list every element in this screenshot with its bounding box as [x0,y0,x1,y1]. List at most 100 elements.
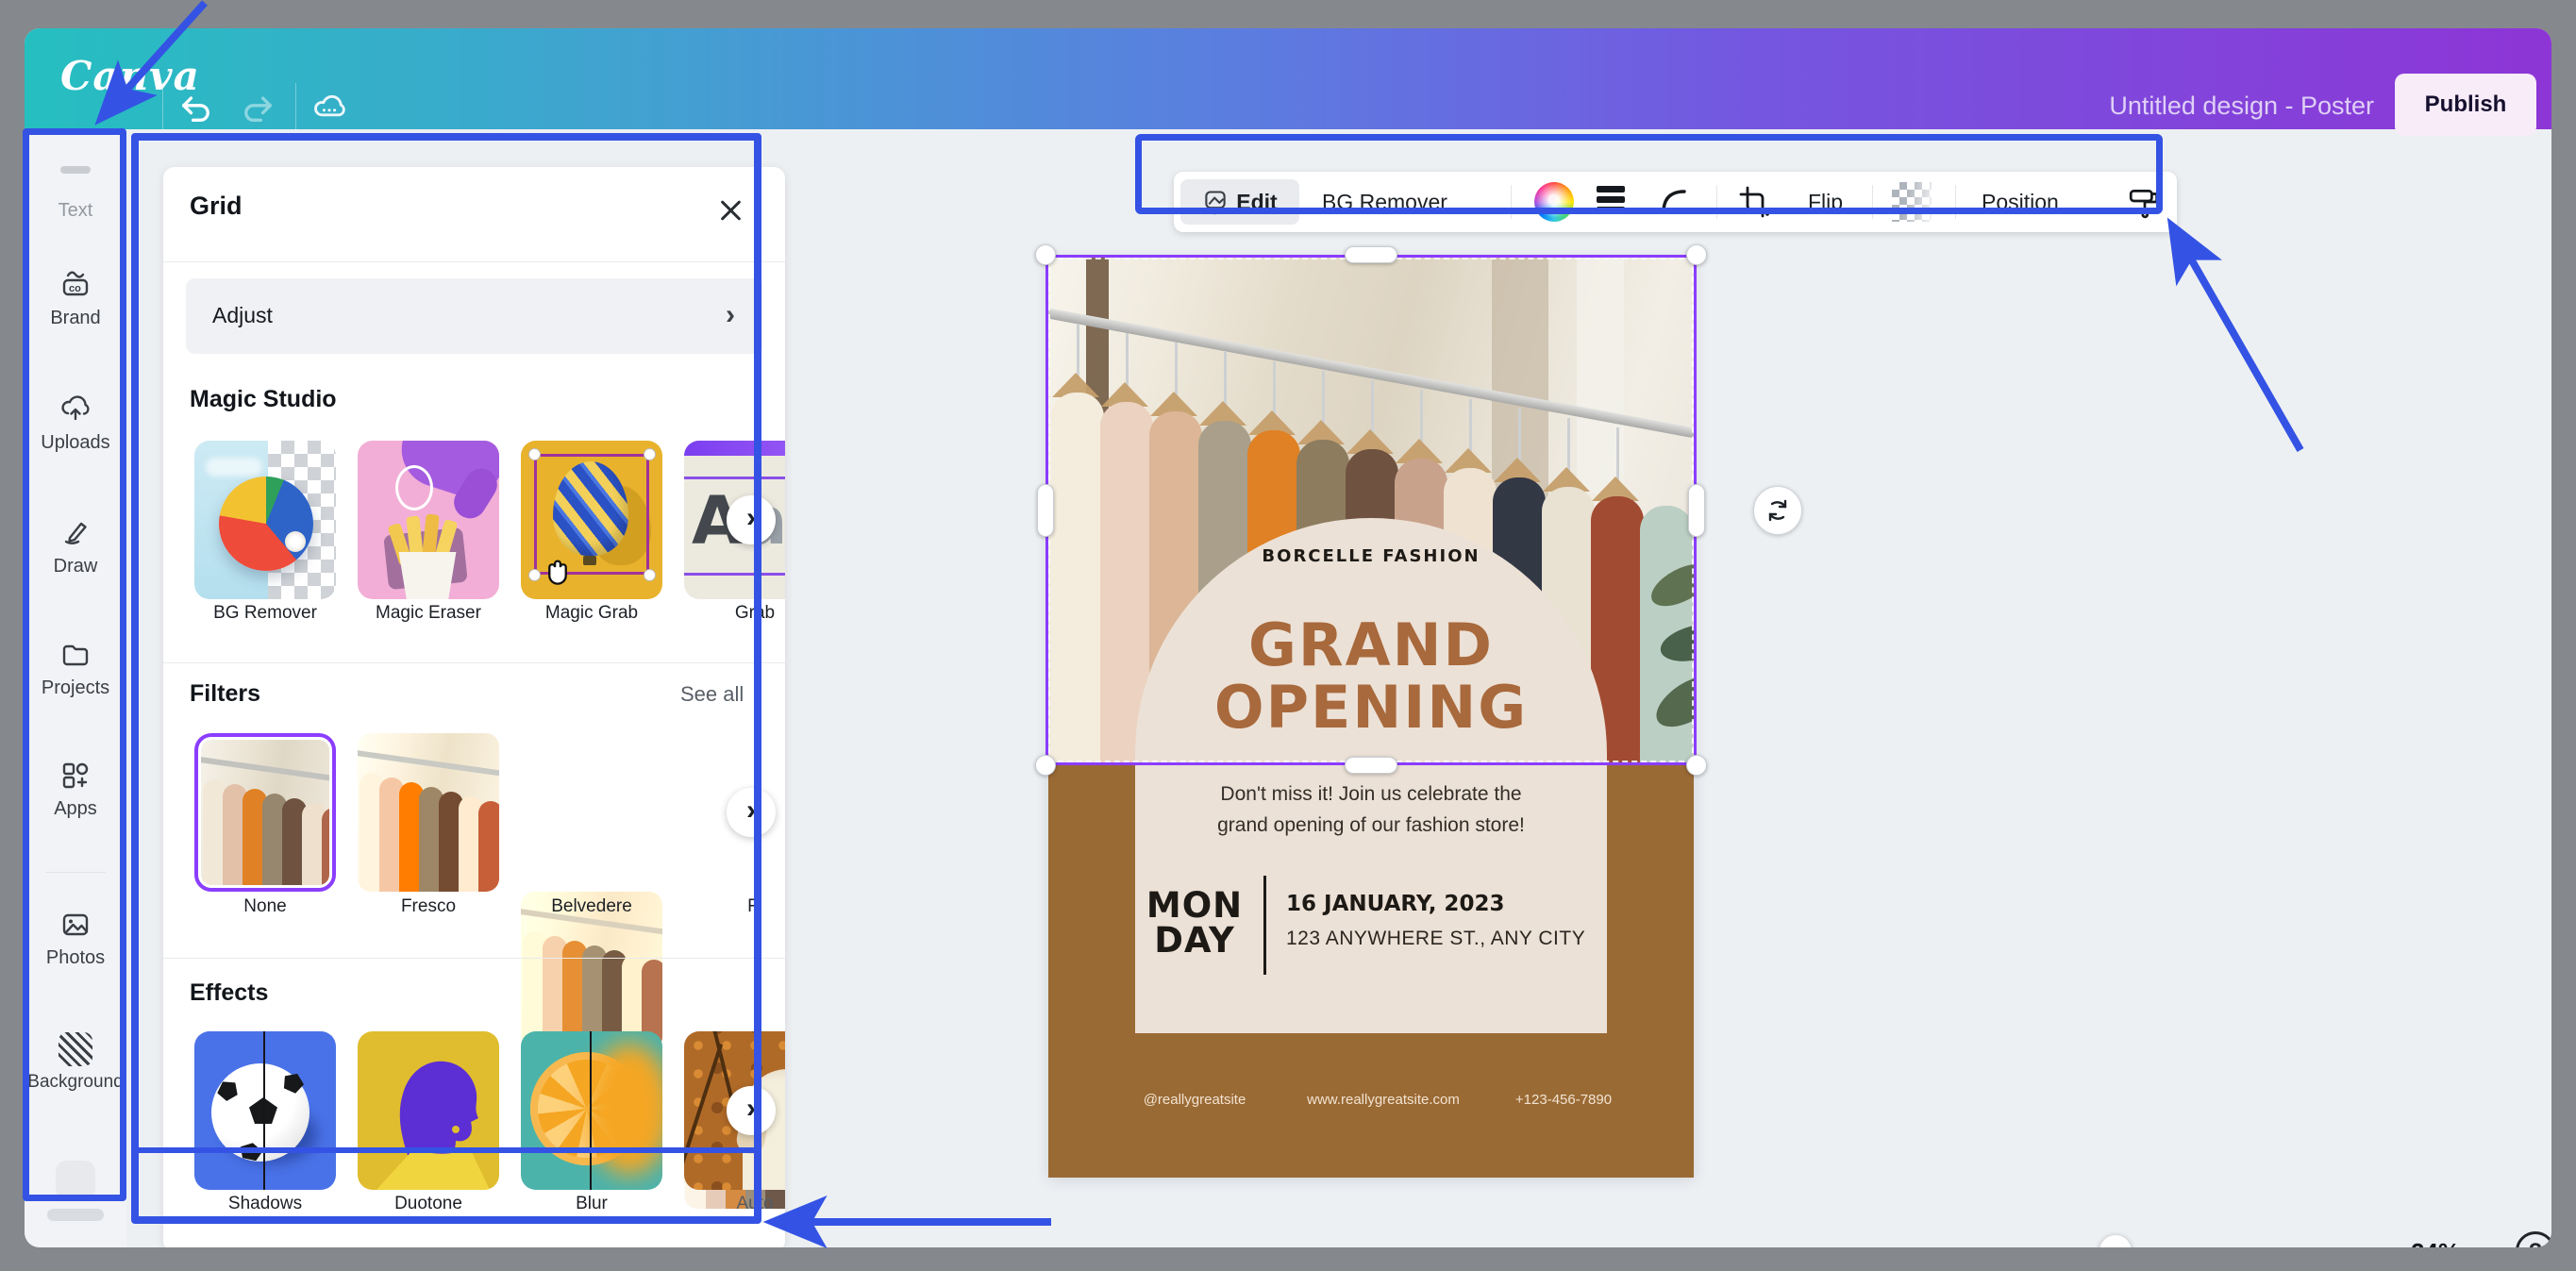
sidebar-item-label: Apps [25,798,126,820]
effect-blur-thumb[interactable] [521,1031,662,1190]
filter-none-thumb[interactable] [194,733,336,892]
poster-subtitle[interactable]: Don't miss it! Join us celebrate the gra… [1135,778,1607,841]
toolbar-divider [1716,185,1717,219]
sidebar-item-apps[interactable]: Apps [25,759,126,820]
poster-address-text[interactable]: 123 ANYWHERE ST., ANY CITY [1286,928,1585,950]
topbar-divider [162,83,163,130]
magic-grab-thumb[interactable] [521,441,662,599]
magic-item-label: Magic Grab [521,603,662,624]
bg-remover-label: BG Remover [1322,190,1447,215]
poster-brand-text[interactable]: BORCELLE FASHION [1135,546,1607,566]
sidebar-item-label: Uploads [25,432,126,454]
sidebar-divider [45,872,106,873]
upload-cloud-icon [59,393,92,426]
document-title[interactable]: Untitled design - Poster [2006,92,2374,121]
effect-duotone-thumb[interactable] [358,1031,499,1190]
magic-bg-remover-thumb[interactable] [194,441,336,599]
scroll-right-button[interactable]: › [727,1086,776,1135]
zoom-slider-thumb[interactable] [2099,1235,2132,1247]
photo-icon [59,908,92,942]
poster-day-line2: DAY [1129,923,1261,958]
poster-footer-handle[interactable]: @reallygreatsite [1119,1092,1270,1108]
selection-edge-handle-left[interactable] [1037,484,1054,537]
sidebar-item-uploads[interactable]: Uploads [25,393,126,454]
redo-icon[interactable] [239,89,276,126]
sidebar-item-brand[interactable]: co Brand [25,268,126,329]
sidebar-item-label: Photos [25,947,126,969]
poster-title[interactable]: GRAND OPENING [1135,614,1607,739]
poster-footer-site[interactable]: www.reallygreatsite.com [1280,1092,1487,1108]
sidebar-item-draw[interactable]: Draw [25,516,126,577]
panel-title: Grid [190,192,243,221]
edit-button[interactable]: Edit [1180,179,1299,225]
scroll-right-button[interactable]: › [727,495,776,544]
sidebar: Text co Brand Uploads Draw Projects [25,129,126,1247]
sidebar-item-projects[interactable]: Projects [25,638,126,699]
adjust-row[interactable]: Adjust › [186,278,762,354]
top-bar: Canva Untitled design - Poster Publish [25,28,2551,129]
poster-day-line1: MON [1129,888,1261,923]
filter-label: Fl [684,896,785,917]
toolbar-divider [1872,185,1873,219]
bg-remover-button[interactable]: BG Remover [1322,172,1447,232]
selection-edge-handle-top[interactable] [1345,246,1397,263]
filter-label: Belvedere [521,896,662,917]
sidebar-item-text[interactable]: Text [25,166,126,222]
magic-eraser-thumb[interactable] [358,441,499,599]
poster-title-line2: OPENING [1135,677,1607,739]
filters-heading: Filters [190,680,260,708]
selection-edge-handle-right[interactable] [1688,484,1705,537]
magic-studio-heading: Magic Studio [190,386,337,413]
curve-icon[interactable] [1657,185,1691,219]
sidebar-item-photos[interactable]: Photos [25,908,126,969]
panel-divider [163,662,785,663]
poster-footer-phone[interactable]: +123-456-7890 [1488,1092,1639,1108]
poster-day-text[interactable]: MON DAY [1129,888,1261,958]
transparency-icon[interactable] [1892,182,1932,222]
cloud-status-icon[interactable] [310,89,348,126]
filter-fresco-thumb[interactable] [358,733,499,892]
selection-corner-handle[interactable] [1035,755,1056,776]
canva-app-window: Canva Untitled design - Poster Publish T… [25,28,2551,1247]
paint-roller-icon[interactable] [2127,184,2163,220]
sidebar-placeholder-tile [56,1161,95,1200]
zoom-level-value[interactable]: 24% [2384,1238,2487,1247]
color-wheel-icon[interactable] [1534,182,1574,222]
magic-item-label: Magic Eraser [358,603,499,624]
scroll-right-button[interactable]: › [727,788,776,837]
edit-image-icon [1202,189,1229,215]
sidebar-item-label: Brand [25,308,126,329]
selection-corner-handle[interactable] [1035,244,1056,265]
chevron-right-icon: › [726,299,735,331]
crop-icon[interactable] [1738,185,1772,219]
publish-button[interactable]: Publish [2395,74,2536,136]
position-label: Position [1982,190,2059,215]
adjust-label: Adjust [212,303,273,328]
flip-button[interactable]: Flip [1808,172,1843,232]
toolbar-divider [1511,185,1512,219]
adjust-bars-icon[interactable] [1597,182,1625,217]
topbar-divider [295,83,296,130]
sidebar-item-background[interactable]: Background [25,1032,126,1093]
selection-edge-handle-bottom[interactable] [1345,757,1397,774]
sidebar-item-label: Background [25,1072,126,1093]
sidebar-scroll-pill[interactable] [47,1209,104,1221]
filter-label: Fresco [358,896,499,917]
svg-text:co: co [69,283,81,294]
selection-corner-handle[interactable] [1686,244,1707,265]
position-button[interactable]: Position [1982,172,2059,232]
undo-icon[interactable] [177,89,215,126]
help-button[interactable]: ? [2516,1231,2551,1247]
apps-grid-icon [59,759,92,793]
folder-icon [59,638,92,672]
background-pattern-icon [59,1032,92,1066]
rotate-handle[interactable] [1753,486,1802,535]
close-icon[interactable] [714,193,748,227]
poster-canvas[interactable]: BORCELLE FASHION GRAND OPENING Don't mis… [1048,258,1694,1178]
selection-corner-handle[interactable] [1686,755,1707,776]
poster-date-text[interactable]: 16 JANUARY, 2023 [1286,892,1504,916]
annotation-line [131,1147,761,1153]
effect-shadows-thumb[interactable] [194,1031,336,1190]
filters-see-all-link[interactable]: See all [680,682,744,707]
flip-label: Flip [1808,190,1843,215]
